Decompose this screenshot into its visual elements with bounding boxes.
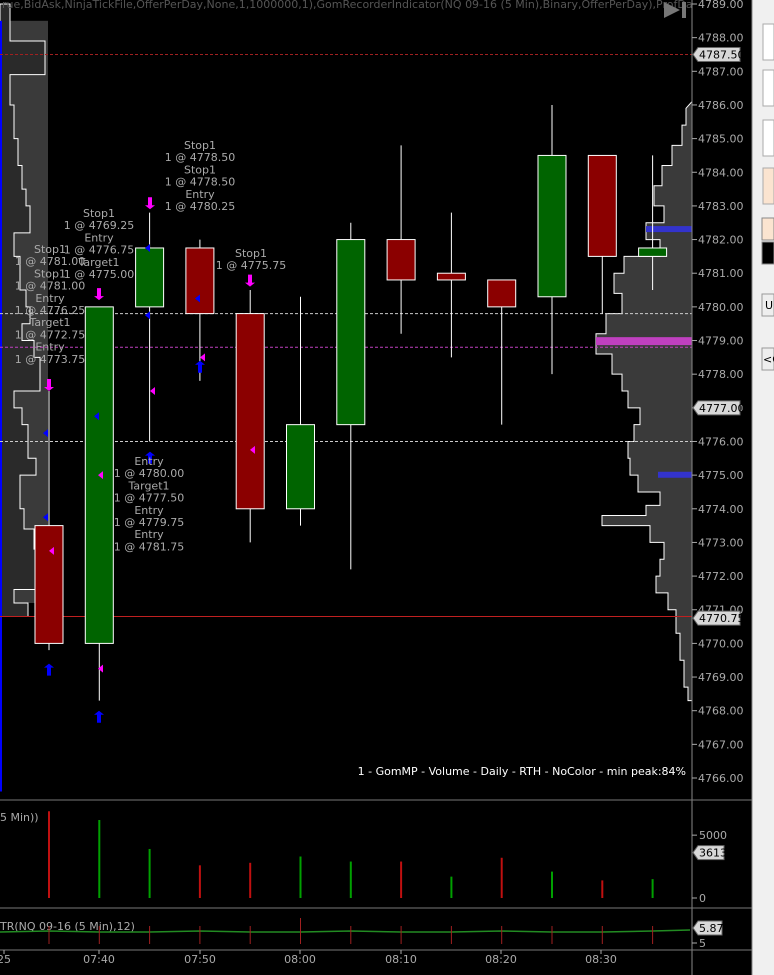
side-swatch-light[interactable] — [761, 217, 774, 241]
atr-tick-label: 5 — [699, 937, 706, 950]
candle-body — [286, 424, 315, 510]
annotation-text: 1 @ 4776.75 — [64, 244, 134, 257]
candle-body — [386, 239, 416, 281]
annotation-text: 1 @ 4773.75 — [15, 353, 85, 366]
candle-body — [587, 154, 617, 257]
candle-body — [436, 272, 466, 281]
annotation-text: 1 @ 4779.75 — [114, 516, 184, 529]
price-flag-label: 4787.50 — [699, 48, 745, 61]
annotation-text: Target1 — [28, 316, 70, 329]
candle-body — [235, 313, 265, 510]
price-tick-label: 4784.00 — [698, 166, 744, 179]
side-swatch-peach[interactable] — [762, 167, 774, 205]
atr-axis: 55.87 — [692, 920, 724, 950]
volume-tick-label: 0 — [699, 892, 706, 905]
annotation-text: 1 @ 4778.50 — [165, 151, 235, 164]
price-tick-label: 4782.00 — [698, 234, 744, 247]
profile-caption: 1 - GomMP - Volume - Daily - RTH - NoCol… — [358, 765, 686, 778]
right-profile-blue-lower — [658, 471, 692, 478]
annotation-text: Stop1 — [83, 207, 115, 220]
candle-body — [135, 247, 165, 308]
price-tick-label: 4776.00 — [698, 435, 744, 448]
annotation-text: Stop1 — [184, 139, 216, 152]
side-button-2[interactable] — [762, 69, 774, 107]
side-label-u: U — [765, 299, 773, 312]
candle-body — [487, 279, 517, 308]
price-tick-label: 4769.00 — [698, 671, 744, 684]
price-tick-label: 4767.00 — [698, 738, 744, 751]
volume-flag-label: 3613 — [699, 847, 727, 860]
time-tick-label: 25 — [0, 953, 11, 966]
annotation-text: Entry — [35, 292, 65, 305]
annotation-text: Stop1 — [34, 267, 66, 280]
price-tick-label: 4789.00 — [698, 0, 744, 11]
annotation-text: Entry — [35, 341, 65, 354]
annotation-text: Entry — [134, 455, 164, 468]
annotation-text: 1 @ 4778.50 — [165, 176, 235, 189]
price-tick-label: 4778.00 — [698, 368, 744, 381]
price-tick-label: 4787.00 — [698, 65, 744, 78]
annotation-text: Target1 — [77, 256, 119, 269]
annotation-text: 1 @ 4777.50 — [114, 492, 184, 505]
volume-tick-label: 5000 — [699, 829, 727, 842]
annotation-text: Entry — [185, 188, 215, 201]
annotation-text: 1 @ 4775.00 — [64, 268, 134, 281]
price-tick-label: 4775.00 — [698, 469, 744, 482]
candle-body — [34, 525, 64, 644]
price-tick-label: 4770.00 — [698, 637, 744, 650]
time-tick-label: 08:20 — [485, 953, 517, 966]
price-tick-label: 4773.00 — [698, 536, 744, 549]
annotation-text: 1 @ 4776.25 — [15, 304, 85, 317]
time-tick-label: 08:00 — [284, 953, 316, 966]
annotation-text: 1 @ 4781.00 — [15, 255, 85, 268]
annotation-text: Entry — [134, 528, 164, 541]
price-tick-label: 4785.00 — [698, 133, 744, 146]
price-tick-label: 4772.00 — [698, 570, 744, 583]
time-tick-label: 07:40 — [83, 953, 115, 966]
annotation-text: Entry — [84, 231, 114, 244]
price-tick-label: 4766.00 — [698, 772, 744, 785]
annotation-text: 1 @ 4775.75 — [216, 259, 286, 272]
trading-chart[interactable]: Stop11 @ 4781.00Stop11 @ 4781.00Entry1 @… — [0, 0, 774, 975]
side-button-1[interactable] — [762, 23, 774, 61]
price-tick-label: 4774.00 — [698, 503, 744, 516]
price-tick-label: 4781.00 — [698, 267, 744, 280]
side-swatch-black[interactable] — [761, 241, 774, 265]
price-tick-label: 4786.00 — [698, 99, 744, 112]
annotation-text: Target1 — [127, 479, 169, 492]
price-flag-label: 4777.00 — [699, 402, 745, 415]
side-label-c: <C — [763, 353, 774, 366]
side-button-3[interactable] — [762, 119, 774, 157]
time-tick-label: 07:50 — [184, 953, 216, 966]
time-axis: 25 07:40 07:50 08:00 08:10 08:20 08:30 — [0, 950, 617, 966]
annotation-text: 1 @ 4769.25 — [64, 219, 134, 232]
atr-flag-label: 5.87 — [699, 922, 724, 935]
volume-axis: 5000 0 3613 — [692, 829, 727, 905]
volume-caption: 5 Min)) — [0, 811, 39, 824]
annotation-text: 1 @ 4780.25 — [165, 200, 235, 213]
header-text: rue,BidAsk,NinjaTickFile,OfferPerDay,Non… — [2, 0, 721, 11]
price-tick-label: 4788.00 — [698, 32, 744, 45]
annotation-text: 1 @ 4772.75 — [15, 328, 85, 341]
annotation-text: 1 @ 4781.00 — [15, 280, 85, 293]
price-tick-label: 4779.00 — [698, 335, 744, 348]
candle-body — [537, 154, 567, 298]
annotation-text: Stop1 — [235, 247, 267, 260]
candle-body — [336, 239, 366, 426]
time-tick-label: 08:30 — [585, 953, 617, 966]
right-profile-poc — [596, 337, 692, 346]
candle-body — [185, 247, 215, 315]
annotation-text: 1 @ 4781.75 — [114, 540, 184, 553]
candle-body — [638, 247, 668, 257]
volume-bars — [48, 811, 654, 898]
annotation-text: Entry — [134, 504, 164, 517]
annotation-text: 1 @ 4780.00 — [114, 467, 184, 480]
price-tick-label: 4768.00 — [698, 705, 744, 718]
time-tick-label: 08:10 — [385, 953, 417, 966]
annotation-text: Stop1 — [34, 243, 66, 256]
price-tick-label: 4783.00 — [698, 200, 744, 213]
price-tick-label: 4780.00 — [698, 301, 744, 314]
price-flag-label: 4770.75 — [699, 612, 745, 625]
annotation-text: Stop1 — [184, 163, 216, 176]
